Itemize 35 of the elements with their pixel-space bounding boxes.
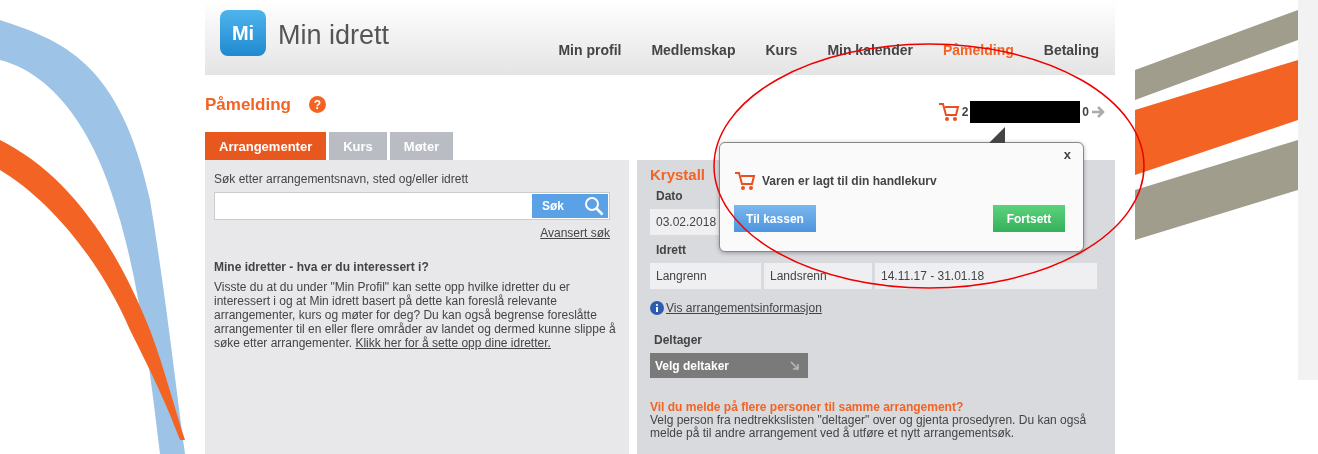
nav-link[interactable]: Medlemskap — [651, 42, 736, 58]
nav-link[interactable]: Min profil — [558, 42, 622, 58]
cart-total[interactable]: 0 — [1082, 104, 1089, 119]
participant-select[interactable]: Velg deltaker — [650, 353, 808, 378]
arrow-right-icon[interactable] — [1091, 104, 1105, 119]
search-icon — [584, 196, 604, 216]
popup-message: Varen er lagt til din handlekurv — [762, 174, 937, 188]
field-label: Dato — [655, 188, 684, 205]
table-cell: Landsrenn — [764, 263, 872, 289]
page-title: Påmelding — [205, 94, 291, 115]
event-info-link[interactable]: Vis arrangementsinformasjon — [666, 301, 822, 315]
info-icon — [650, 301, 664, 315]
tab[interactable]: Arrangementer — [205, 132, 327, 160]
cart-total[interactable]: 2 — [961, 104, 969, 119]
nav-link[interactable]: Kurs — [765, 42, 798, 58]
setup-link[interactable]: Klikk her for å sette opp dine idretter. — [355, 336, 551, 350]
field-label: Idrett — [655, 242, 687, 259]
table-cell: 14.11.17 - 31.01.18 — [875, 263, 1097, 289]
nav-link[interactable]: Betaling — [1043, 42, 1099, 58]
logo-text: Min idrett — [278, 20, 390, 51]
notice-text: Velg person fra nedtrekkslisten "deltager" over og gjenta prosedyren. Du kan også melde på til andre arrangement ved å utføre et nytt arrangementsøk. — [650, 414, 1088, 440]
cart-icon — [734, 171, 756, 191]
arrow-down-right-icon — [790, 360, 800, 371]
notice-heading: Vil du melde på flere personer til samme arrangement? — [650, 400, 965, 414]
interests-heading: Mine idretter - hva er du interessert i? — [214, 260, 430, 274]
search-label: Søk etter arrangementsnavn, sted og/eller idrett — [214, 172, 470, 186]
cart-icon[interactable] — [937, 101, 960, 122]
table-cell: Langrenn — [650, 263, 761, 289]
participant-label: Deltager — [653, 333, 704, 347]
nav-link[interactable]: Min kalender — [827, 42, 913, 58]
advanced-search-link[interactable]: Avansert søk — [540, 226, 610, 240]
interests-paragraph: Visste du at du under "Min Profil" kan sette opp hvilke idretter du er interessert i og at Min idrett basert på dette kan foreslå relevante arrangementer, kurs og møter for deg? Du kan også begrense foreslåtte arrangementer til en eller flere områder av landet og dermed kunne slippe å søke etter arrangementer. Klikk her for å sette opp dine idretter. — [214, 280, 617, 350]
event-title: Krystall — [650, 166, 706, 183]
popup-pointer — [989, 127, 1005, 143]
close-button[interactable]: x — [1063, 147, 1071, 162]
